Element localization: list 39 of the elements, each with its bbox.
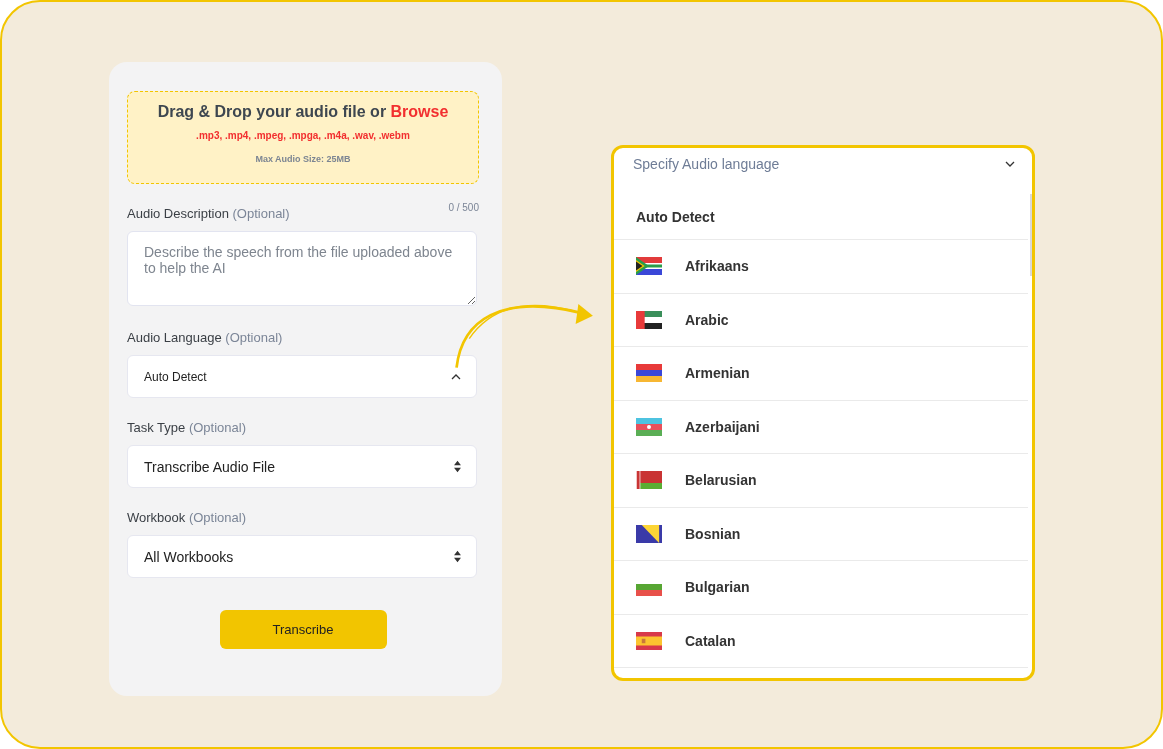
select-placeholder: Specify Audio language bbox=[633, 156, 780, 172]
flag-icon bbox=[636, 524, 662, 543]
language-select[interactable]: Auto Detect bbox=[127, 355, 477, 398]
select-value: Auto Detect bbox=[144, 369, 207, 384]
language-select[interactable]: Specify Audio language bbox=[614, 148, 1032, 176]
field-label: Audio Language (Optional) bbox=[127, 330, 283, 345]
drop-instruction: Drag & Drop your audio file or Browse bbox=[157, 103, 449, 121]
file-formats: .mp3, .mp4, .mpeg, .mpga, .m4a, .wav, .webm bbox=[196, 130, 410, 141]
language-option[interactable]: Afrikaans bbox=[614, 240, 1028, 294]
language-option[interactable]: Auto Detect bbox=[614, 194, 1028, 240]
dropdown-select[interactable]: All Workbooks bbox=[127, 535, 477, 578]
language-option[interactable]: Armenian bbox=[614, 347, 1028, 401]
flag-icon bbox=[636, 631, 662, 650]
language-option[interactable]: Belarusian bbox=[614, 454, 1028, 508]
field-label: Workbook (Optional) bbox=[127, 510, 246, 525]
flag-icon bbox=[636, 364, 662, 383]
character-counter: 0 / 500 bbox=[448, 202, 479, 213]
language-option[interactable]: Arabic bbox=[614, 293, 1028, 347]
size-limit: Max Audio Size: 25MB bbox=[255, 154, 351, 164]
language-option[interactable]: Bulgarian bbox=[614, 561, 1028, 615]
select-value: All Workbooks bbox=[144, 548, 234, 565]
description-field[interactable]: Describe the speech from the file uploaded above to help the AI bbox=[127, 231, 477, 306]
drop-zone[interactable]: Drag & Drop your audio file or Browse .mp3, .mp4, .mpeg, .mpga, .m4a, .wav, .webm Max Audio Size: 25MB bbox=[127, 91, 479, 184]
field-label: Task Type (Optional) bbox=[127, 420, 246, 435]
language-option[interactable]: Bosnian bbox=[614, 507, 1028, 561]
field-label: Audio Description (Optional) bbox=[127, 206, 290, 221]
browse-link[interactable]: Browse bbox=[390, 103, 449, 120]
sort-arrows-icon bbox=[453, 550, 462, 563]
flag-icon bbox=[636, 257, 662, 276]
dropdown-select[interactable]: Transcribe Audio File bbox=[127, 445, 477, 488]
select-value: Transcribe Audio File bbox=[144, 458, 275, 475]
transcribe-button[interactable]: Transcribe bbox=[219, 610, 387, 649]
flag-icon bbox=[636, 471, 662, 490]
language-option[interactable]: Azerbaijani bbox=[614, 400, 1028, 454]
flag-icon bbox=[636, 417, 662, 436]
language-option[interactable]: Catalan bbox=[614, 614, 1028, 668]
flag-icon bbox=[636, 310, 662, 329]
scrollbar[interactable] bbox=[1030, 194, 1032, 276]
sort-arrows-icon bbox=[453, 460, 462, 473]
